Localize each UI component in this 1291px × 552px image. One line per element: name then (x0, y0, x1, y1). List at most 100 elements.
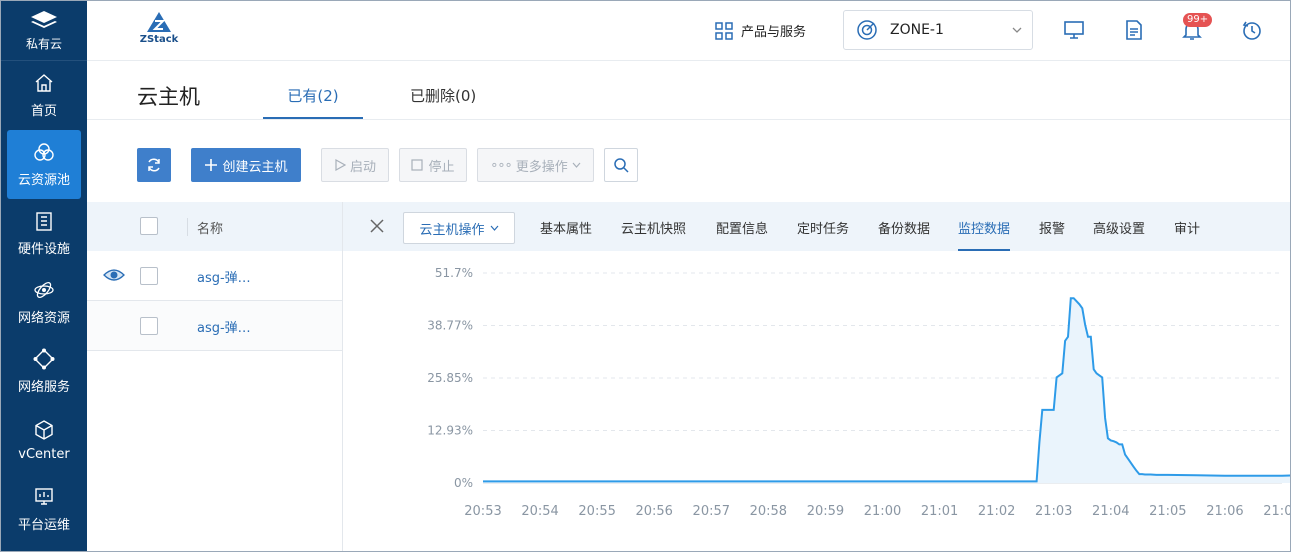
table-row[interactable]: asg-弹… (87, 251, 342, 301)
tab-config-info[interactable]: 配置信息 (716, 218, 768, 251)
tab-backup-data[interactable]: 备份数据 (878, 218, 930, 251)
monitoring-chart-svg: 0% 12.93% 25.85% 38.77% 51.7% 20:53 20:54 20:55… (427, 266, 1291, 519)
monitoring-chart: 0% 12.93% 25.85% 38.77% 51.7% 20:53 20:54 20:55… (343, 251, 1291, 551)
ellipsis-icon: ∘∘∘ (490, 157, 512, 173)
nav-item-home[interactable]: 首页 (1, 61, 87, 130)
tab-monitoring-data[interactable]: 监控数据 (958, 218, 1011, 251)
network-service-icon (33, 348, 55, 370)
x-tick-label: 20:59 (807, 504, 844, 519)
plus-icon (205, 159, 218, 171)
zone-target-icon (857, 20, 877, 40)
nav-item-label: 首页 (30, 104, 57, 119)
nav-item-network-resource[interactable]: 网络资源 (1, 268, 87, 337)
x-tick-label: 20:58 (750, 504, 787, 519)
x-tick-label: 21:01 (921, 504, 958, 519)
y-tick-label: 51.7% (435, 266, 473, 280)
zstack-logo-icon (147, 12, 171, 32)
row-checkbox[interactable] (140, 267, 158, 285)
left-nav: 私有云 首页 云资源池 硬件设施 网络资源 网络服务 vCenter 平台运维 (1, 1, 87, 551)
tab-vm-snapshots[interactable]: 云主机快照 (621, 218, 686, 251)
tab-deleted[interactable]: 已删除(0) (410, 85, 476, 119)
tab-existing[interactable]: 已有(2) (263, 85, 363, 119)
x-tick-label: 20:54 (521, 504, 558, 519)
hardware-icon (33, 210, 55, 232)
create-vm-label: 创建云主机 (222, 159, 288, 175)
search-button[interactable] (604, 148, 638, 182)
resource-pool-icon (33, 141, 55, 163)
tab-audit[interactable]: 审计 (1174, 218, 1200, 251)
close-icon[interactable] (369, 218, 385, 234)
tab-alarms[interactable]: 报警 (1039, 218, 1065, 251)
top-header: ZStack 产品与服务 ZONE-1 99+ (87, 1, 1290, 61)
x-tick-label: 21:00 (864, 504, 901, 519)
x-tick-label: 20:57 (693, 504, 730, 519)
stop-button[interactable]: 停止 (399, 148, 467, 182)
search-icon (614, 158, 629, 173)
x-tick-label: 21:02 (978, 504, 1015, 519)
nav-item-vcenter[interactable]: vCenter (1, 406, 87, 475)
page-title: 云主机 (137, 85, 200, 109)
vm-name-link[interactable]: asg-弹… (197, 317, 251, 336)
create-vm-button[interactable]: 创建云主机 (191, 148, 301, 182)
products-services-label: 产品与服务 (741, 25, 807, 40)
x-tick-label: 21:05 (1149, 504, 1186, 519)
brand-logo[interactable]: ZStack (137, 11, 181, 45)
nav-item-ops[interactable]: 平台运维 (1, 475, 87, 544)
nav-logo[interactable]: 私有云 (1, 1, 87, 61)
nav-item-resource-pool[interactable]: 云资源池 (7, 130, 81, 199)
x-tick-label: 21:07 (1263, 504, 1291, 519)
vm-list-header: 名称 (87, 202, 342, 251)
stop-icon (411, 159, 424, 171)
brand-name: ZStack (139, 34, 179, 45)
vm-list: 名称 asg-弹… asg-弹… (87, 202, 343, 551)
tab-basic-properties[interactable]: 基本属性 (540, 218, 592, 251)
row-checkbox[interactable] (140, 317, 158, 335)
start-button[interactable]: 启动 (321, 148, 389, 182)
nav-logo-label: 私有云 (25, 37, 62, 51)
vcenter-icon (33, 419, 55, 441)
document-icon[interactable] (1123, 19, 1145, 41)
x-tick-label: 20:56 (635, 504, 672, 519)
table-row[interactable]: asg-弹… (87, 301, 342, 351)
x-tick-label: 21:06 (1206, 504, 1243, 519)
x-tick-label: 20:55 (578, 504, 615, 519)
nav-item-label: 平台运维 (17, 518, 70, 533)
monitor-icon[interactable] (1063, 19, 1085, 41)
start-label: 启动 (349, 159, 376, 175)
tab-scheduled-tasks[interactable]: 定时任务 (797, 218, 849, 251)
cloud-stack-icon (31, 11, 57, 28)
history-clock-icon[interactable] (1241, 19, 1263, 41)
products-services-menu[interactable]: 产品与服务 (715, 21, 806, 40)
grid-icon (715, 21, 733, 40)
y-tick-label: 12.93% (427, 424, 473, 438)
play-icon (335, 159, 346, 171)
nav-item-label: 网络资源 (17, 311, 70, 326)
page-header: 云主机 已有(2) 已删除(0) (87, 61, 1290, 120)
vm-operations-label: 云主机操作 (419, 222, 485, 238)
vm-operations-dropdown[interactable]: 云主机操作 (403, 212, 515, 244)
refresh-icon (148, 158, 160, 172)
refresh-button[interactable] (137, 148, 171, 182)
more-actions-label: 更多操作 (515, 159, 568, 175)
detail-tabbar: 云主机操作 基本属性 云主机快照 配置信息 定时任务 备份数据 监控数据 报警 … (343, 202, 1290, 251)
stop-label: 停止 (428, 159, 455, 175)
y-tick-label: 0% (454, 476, 473, 490)
nav-item-label: 网络服务 (17, 380, 70, 395)
x-tick-label: 21:03 (1035, 504, 1072, 519)
more-actions-button[interactable]: ∘∘∘ 更多操作 (477, 148, 594, 182)
network-resource-icon (33, 279, 55, 301)
zone-name: ZONE-1 (890, 22, 944, 38)
eye-icon[interactable] (103, 266, 125, 284)
notification-badge: 99+ (1183, 13, 1213, 27)
y-tick-label: 25.85% (427, 371, 473, 385)
chevron-down-icon (1012, 27, 1022, 33)
vm-name-link[interactable]: asg-弹… (197, 267, 251, 286)
tab-advanced-settings[interactable]: 高级设置 (1093, 218, 1145, 251)
nav-item-network-service[interactable]: 网络服务 (1, 337, 87, 406)
chevron-down-icon (572, 162, 581, 168)
select-all-checkbox[interactable] (140, 217, 158, 235)
x-tick-label: 20:53 (464, 504, 501, 519)
nav-item-hardware[interactable]: 硬件设施 (1, 199, 87, 268)
zone-selector[interactable]: ZONE-1 (843, 10, 1033, 50)
ops-icon (33, 486, 55, 508)
